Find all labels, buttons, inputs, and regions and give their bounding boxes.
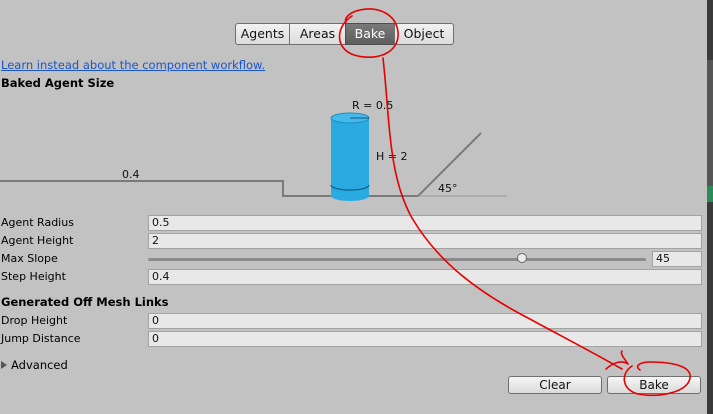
navigation-bake-panel: Agents Areas Bake Object Learn instead a… <box>0 0 707 414</box>
advanced-foldout[interactable]: Advanced <box>1 358 68 372</box>
jump-distance-label: Jump Distance <box>1 332 81 345</box>
tab-object[interactable]: Object <box>394 23 454 45</box>
drop-height-label: Drop Height <box>1 314 68 327</box>
drop-height-row: Drop Height 0 <box>0 313 702 329</box>
max-slope-slider-track[interactable] <box>148 258 646 261</box>
advanced-label: Advanced <box>11 358 68 372</box>
agent-radius-field[interactable]: 0.5 <box>148 215 702 231</box>
navigation-tabs: Agents Areas Bake Object <box>235 23 454 45</box>
max-slope-label: Max Slope <box>1 252 58 265</box>
scene-view-edge-marker <box>707 186 713 202</box>
agent-radius-row: Agent Radius 0.5 <box>0 215 702 231</box>
slope-label: 45° <box>438 182 458 195</box>
step-height-row: Step Height 0.4 <box>0 269 702 285</box>
tab-agents[interactable]: Agents <box>235 23 290 45</box>
radius-label: R = 0.5 <box>352 99 393 112</box>
step-height-field[interactable]: 0.4 <box>148 269 702 285</box>
component-workflow-link[interactable]: Learn instead about the component workfl… <box>1 58 265 72</box>
off-mesh-links-title: Generated Off Mesh Links <box>1 295 169 309</box>
foldout-arrow-icon <box>1 361 7 369</box>
drop-height-field[interactable]: 0 <box>148 313 702 329</box>
tab-bake[interactable]: Bake <box>345 23 395 45</box>
height-label: H = 2 <box>376 150 407 163</box>
agent-height-label: Agent Height <box>1 234 74 247</box>
baked-agent-size-title: Baked Agent Size <box>1 76 115 90</box>
scene-view-edge-detail <box>707 60 713 200</box>
clear-button[interactable]: Clear <box>508 376 602 394</box>
jump-distance-row: Jump Distance 0 <box>0 331 702 347</box>
tab-areas[interactable]: Areas <box>289 23 346 45</box>
max-slope-row: Max Slope 45 <box>0 251 702 267</box>
jump-distance-field[interactable]: 0 <box>148 331 702 347</box>
step-height-row-label: Step Height <box>1 270 66 283</box>
diagram-ground <box>0 132 482 197</box>
agent-height-row: Agent Height 2 <box>0 233 702 249</box>
max-slope-field[interactable]: 45 <box>652 251 702 267</box>
bake-button[interactable]: Bake <box>607 376 701 394</box>
max-slope-slider-thumb[interactable] <box>516 253 527 263</box>
step-height-label: 0.4 <box>122 168 140 181</box>
agent-cylinder-icon <box>330 112 370 201</box>
agent-height-field[interactable]: 2 <box>148 233 702 249</box>
agent-size-diagram: R = 0.5 H = 2 0.4 45° <box>0 99 507 201</box>
agent-radius-label: Agent Radius <box>1 216 74 229</box>
scene-view-edge <box>707 0 713 414</box>
